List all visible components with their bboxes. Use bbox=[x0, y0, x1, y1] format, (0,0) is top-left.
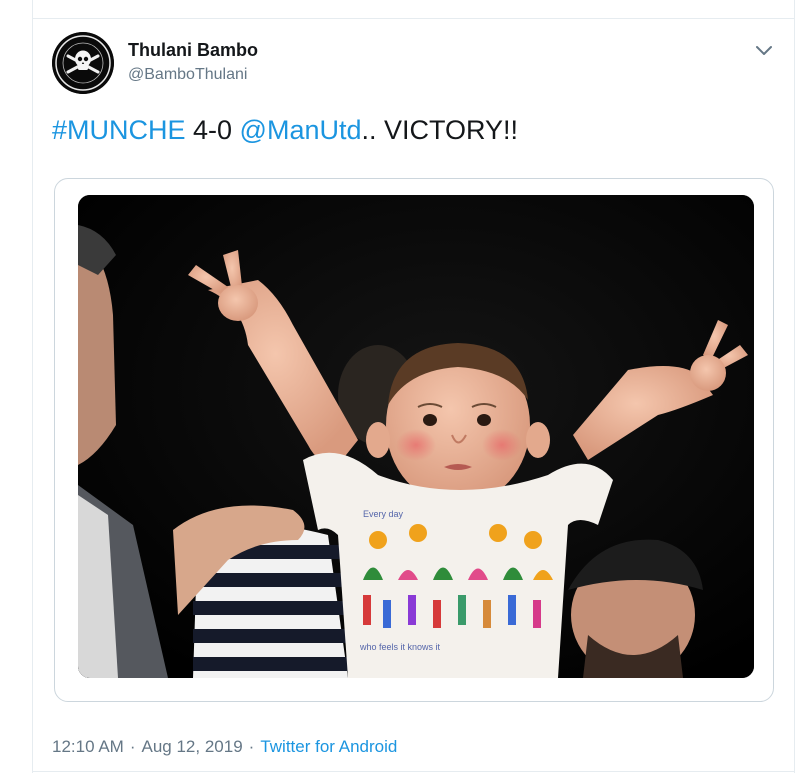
hashtag-link[interactable]: #MUNCHE bbox=[52, 115, 186, 145]
shirt-bottom-text: who feels it knows it bbox=[359, 642, 441, 652]
tweet-date[interactable]: Aug 12, 2019 bbox=[142, 737, 243, 756]
pirates-skull-logo-icon bbox=[52, 32, 114, 94]
tweet-text-score: 4-0 bbox=[185, 115, 240, 145]
tweet-meta: 12:10 AM · Aug 12, 2019 · Twitter for Androi… bbox=[52, 737, 397, 757]
meta-separator-2: · bbox=[248, 737, 255, 756]
tweet-source-link[interactable]: Twitter for Android bbox=[260, 737, 397, 756]
mention-link[interactable]: @ManUtd bbox=[240, 115, 362, 145]
top-divider bbox=[32, 18, 795, 19]
tweet-photo[interactable]: Every day who feels it knows it bbox=[78, 195, 754, 678]
author-display-name[interactable]: Thulani Bambo bbox=[128, 40, 258, 61]
tweet-text: #MUNCHE 4-0 @ManUtd.. VICTORY!! bbox=[52, 112, 518, 148]
tweet-time[interactable]: 12:10 AM bbox=[52, 737, 124, 756]
shirt-top-text: Every day bbox=[363, 509, 404, 519]
bottom-divider bbox=[32, 771, 795, 772]
meta-separator: · bbox=[129, 737, 136, 756]
author-avatar[interactable] bbox=[52, 32, 114, 94]
chevron-down-icon[interactable] bbox=[752, 38, 776, 62]
tweet-text-victory: .. VICTORY!! bbox=[361, 115, 519, 145]
author-handle[interactable]: @BamboThulani bbox=[128, 66, 247, 84]
